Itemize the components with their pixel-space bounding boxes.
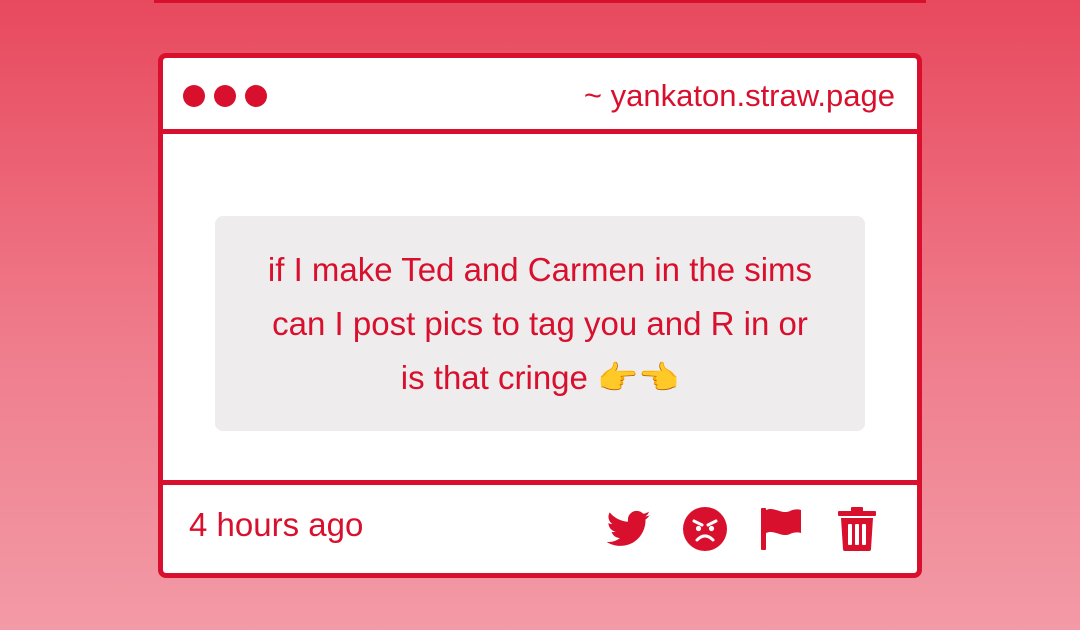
card-header: ~ yankaton.straw.page — [163, 58, 917, 134]
report-button[interactable] — [757, 505, 805, 553]
message-bubble: if I make Ted and Carmen in the sims can… — [215, 216, 865, 431]
share-twitter-button[interactable] — [605, 505, 653, 553]
twitter-icon — [607, 510, 651, 546]
card-footer: 4 hours ago — [163, 480, 917, 573]
trash-icon — [838, 507, 876, 551]
action-bar — [605, 505, 881, 553]
page-url[interactable]: ~ yankaton.straw.page — [584, 77, 895, 115]
card-body: if I make Ted and Carmen in the sims can… — [163, 134, 917, 485]
top-divider — [154, 0, 926, 3]
angry-face-icon — [683, 507, 727, 551]
window-controls — [183, 85, 267, 107]
window-dot-3 — [245, 85, 267, 107]
timestamp: 4 hours ago — [189, 506, 364, 543]
delete-button[interactable] — [833, 505, 881, 553]
flag-icon — [761, 508, 801, 550]
window-dot-2 — [214, 85, 236, 107]
message-card: ~ yankaton.straw.page if I make Ted and … — [158, 53, 922, 578]
message-text: if I make Ted and Carmen in the sims can… — [267, 250, 813, 396]
window-dot-1 — [183, 85, 205, 107]
react-angry-button[interactable] — [681, 505, 729, 553]
